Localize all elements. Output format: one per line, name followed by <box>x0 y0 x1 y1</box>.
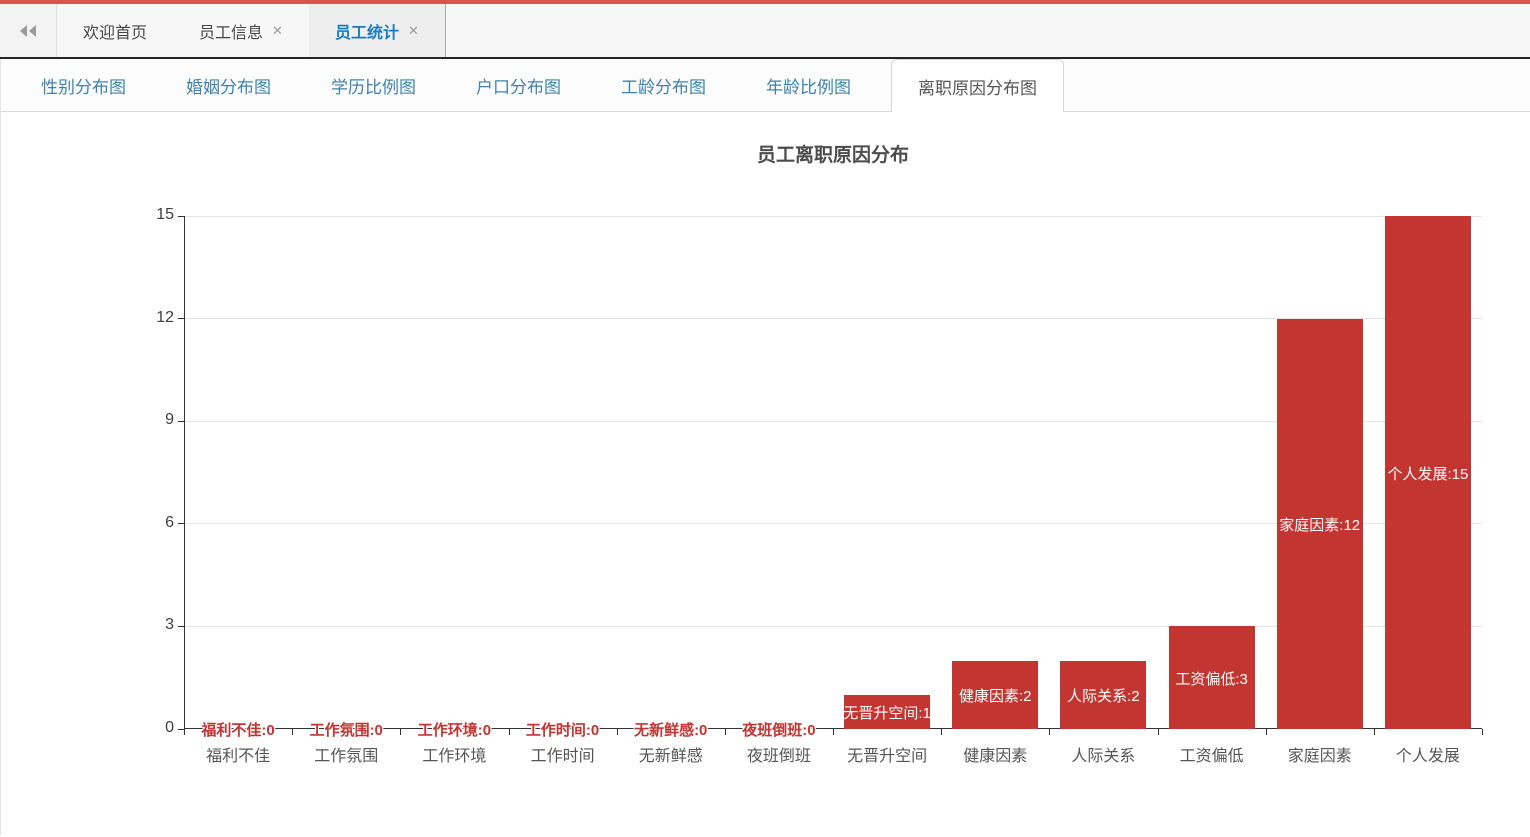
chart-type-tabs: 性别分布图 婚姻分布图 学历比例图 户口分布图 工龄分布图 年龄比例图 离职原因… <box>0 59 1530 112</box>
bar-value-label: 健康因素:2 <box>941 685 1049 706</box>
x-axis-tick <box>509 729 510 735</box>
chart-tab-education[interactable]: 学历比例图 <box>311 59 436 111</box>
y-axis-tick <box>178 523 184 524</box>
bar-value-label: 福利不佳:0 <box>184 719 292 740</box>
y-axis-tick <box>178 318 184 319</box>
x-axis-category-label: 个人发展 <box>1374 742 1482 766</box>
chart-tab-gender[interactable]: 性别分布图 <box>21 59 146 111</box>
x-axis-tick <box>941 729 942 735</box>
x-axis-category-label: 工资偏低 <box>1158 742 1266 766</box>
bar-value-label: 人际关系:2 <box>1049 685 1157 706</box>
bar-chart-plot-area: 福利不佳:0工作氛围:0工作环境:0工作时间:0无新鲜感:0夜班倒班:0无晋升空… <box>184 216 1482 729</box>
chart-title: 员工离职原因分布 <box>184 140 1482 167</box>
y-axis-label: 3 <box>114 616 174 634</box>
x-axis-tick <box>1049 729 1050 735</box>
double-left-arrow-icon <box>19 24 37 38</box>
bar-value-label: 夜班倒班:0 <box>725 719 833 740</box>
y-gridline <box>184 216 1482 217</box>
tab-employee-stats[interactable]: 员工统计 ✕ <box>309 4 446 57</box>
x-axis-tick <box>833 729 834 735</box>
x-axis-category-label: 工作氛围 <box>292 742 400 766</box>
y-axis-tick <box>178 421 184 422</box>
chart-tab-marriage[interactable]: 婚姻分布图 <box>166 59 291 111</box>
x-axis-category-label: 健康因素 <box>941 742 1049 766</box>
tab-label: 欢迎首页 <box>83 19 147 43</box>
chart-tab-household[interactable]: 户口分布图 <box>456 59 581 111</box>
chart-tab-age[interactable]: 年龄比例图 <box>746 59 871 111</box>
bar-value-label: 无新鲜感:0 <box>617 719 725 740</box>
tab-welcome-home[interactable]: 欢迎首页 <box>57 4 173 57</box>
tab-label: 员工信息 <box>199 19 263 43</box>
x-axis-category-label: 无新鲜感 <box>617 742 725 766</box>
x-axis-tick <box>292 729 293 735</box>
y-axis-label: 15 <box>114 206 174 224</box>
x-axis-tick <box>1266 729 1267 735</box>
x-axis-tick <box>1482 729 1483 735</box>
x-axis-tick <box>1158 729 1159 735</box>
y-axis-label: 12 <box>114 309 174 327</box>
tab-label: 员工统计 <box>335 19 399 43</box>
x-axis-tick <box>400 729 401 735</box>
bar-value-label: 工作环境:0 <box>400 719 508 740</box>
y-axis-tick <box>178 626 184 627</box>
bar-value-label: 工资偏低:3 <box>1158 668 1266 689</box>
bar-value-label: 个人发展:15 <box>1374 463 1482 484</box>
x-axis-category-label: 无晋升空间 <box>833 742 941 766</box>
chart-tab-seniority[interactable]: 工龄分布图 <box>601 59 726 111</box>
bar-value-label: 工作时间:0 <box>509 719 617 740</box>
x-axis-tick <box>184 729 185 735</box>
bar-value-label: 家庭因素:12 <box>1266 514 1374 535</box>
y-axis-label: 0 <box>114 719 174 737</box>
y-axis-tick <box>178 216 184 217</box>
chart-tab-resign-reason[interactable]: 离职原因分布图 <box>891 59 1064 112</box>
x-axis-category-label: 家庭因素 <box>1266 742 1374 766</box>
main-tabbar: 欢迎首页 员工信息 ✕ 员工统计 ✕ <box>0 4 1530 59</box>
x-axis-tick <box>725 729 726 735</box>
close-icon[interactable]: ✕ <box>272 24 283 37</box>
x-axis-category-label: 人际关系 <box>1049 742 1157 766</box>
x-axis-category-label: 工作环境 <box>400 742 508 766</box>
bar-value-label: 无晋升空间:1 <box>833 702 941 723</box>
x-axis-category-label: 夜班倒班 <box>725 742 833 766</box>
y-axis-label: 6 <box>114 514 174 532</box>
x-axis-category-label: 福利不佳 <box>184 742 292 766</box>
tab-employee-info[interactable]: 员工信息 ✕ <box>173 4 309 57</box>
x-axis-tick <box>1374 729 1375 735</box>
chart-panel: 员工离职原因分布 福利不佳:0工作氛围:0工作环境:0工作时间:0无新鲜感:0夜… <box>0 112 1530 835</box>
x-axis-category-label: 工作时间 <box>509 742 617 766</box>
close-icon[interactable]: ✕ <box>408 24 419 37</box>
collapse-tabs-button[interactable] <box>0 4 57 57</box>
bar-value-label: 工作氛围:0 <box>292 719 400 740</box>
y-axis-line <box>184 216 185 729</box>
x-axis-tick <box>617 729 618 735</box>
y-axis-label: 9 <box>114 411 174 429</box>
